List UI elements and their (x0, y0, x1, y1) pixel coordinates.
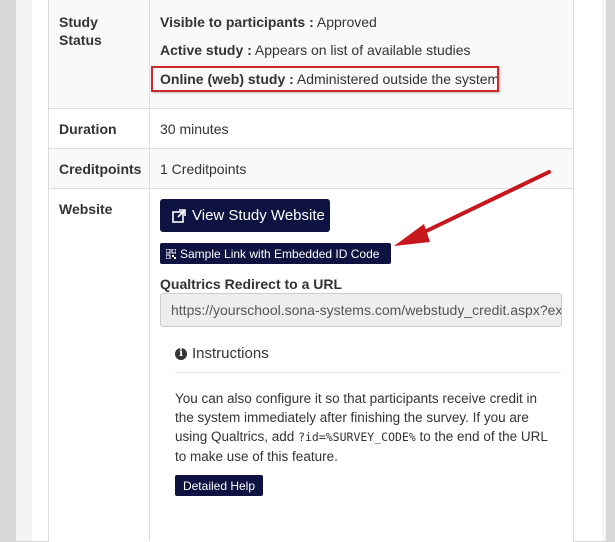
instructions-text: You can also configure it so that partic… (175, 389, 555, 466)
view-study-website-button[interactable]: View Study Website (160, 199, 330, 232)
study-status-label: Study Status (59, 14, 102, 48)
instructions-heading: i Instructions (175, 345, 269, 362)
online-study-highlight-box (151, 66, 499, 92)
instructions-heading-text: Instructions (192, 345, 269, 362)
creditpoints-label: Creditpoints (59, 161, 142, 177)
duration-label: Duration (59, 121, 117, 137)
qualtrics-redirect-label: Qualtrics Redirect to a URL (160, 276, 343, 292)
visible-to-participants-value: Approved (313, 14, 377, 30)
detailed-help-button[interactable]: Detailed Help (175, 475, 263, 496)
row-website: Website (49, 188, 573, 542)
active-study-key: Active study : (160, 42, 252, 58)
sample-link-label: Sample Link with Embedded ID Code (180, 246, 380, 261)
row-duration: Duration 30 minutes (49, 108, 573, 149)
website-label: Website (59, 201, 113, 217)
row-creditpoints: Creditpoints 1 Creditpoints (49, 148, 573, 189)
study-details-table: Study Status Visible to participants : A… (48, 0, 574, 542)
duration-value: 30 minutes (160, 121, 229, 137)
active-study-value: Appears on list of available studies (251, 42, 471, 58)
active-study: Active study : Appears on list of availa… (160, 41, 471, 59)
view-study-website-label: View Study Website (192, 207, 325, 224)
instructions-divider (175, 372, 561, 373)
sample-link-button[interactable]: Sample Link with Embedded ID Code (160, 243, 391, 264)
row-study-status: Study Status Visible to participants : A… (49, 0, 573, 107)
info-circle-icon: i (175, 347, 187, 360)
qr-code-icon (166, 248, 176, 259)
external-link-icon (172, 208, 186, 223)
visible-to-participants: Visible to participants : Approved (160, 13, 377, 31)
creditpoints-value: 1 Creditpoints (160, 161, 247, 177)
instructions-code: ?id=%SURVEY_CODE% (298, 430, 416, 444)
qualtrics-redirect-url-field[interactable]: https://yourschool.sona-systems.com/webs… (160, 293, 562, 327)
visible-to-participants-key: Visible to participants : (160, 14, 314, 30)
column-divider (149, 0, 150, 541)
